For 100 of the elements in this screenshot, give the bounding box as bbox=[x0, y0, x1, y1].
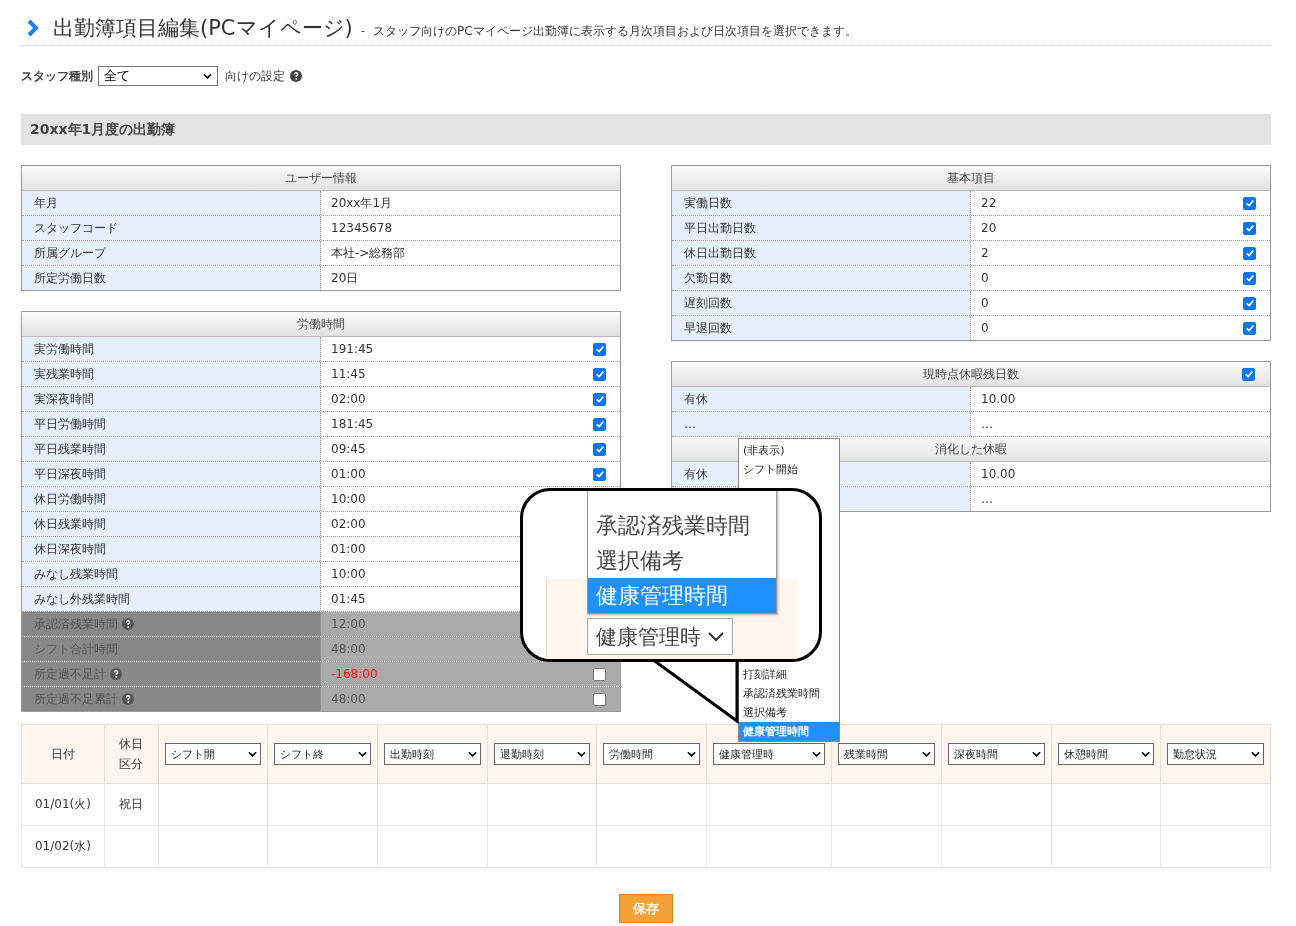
row-label: 実労働時間 bbox=[34, 340, 94, 358]
row-value: 09:45 bbox=[331, 442, 366, 456]
row-value: -168:00 bbox=[331, 667, 378, 681]
checkbox[interactable] bbox=[593, 442, 606, 456]
holiday-text: 祝日 bbox=[119, 797, 144, 811]
row-label: 平日労働時間 bbox=[34, 415, 106, 433]
panel-title: ユーザー情報 bbox=[285, 171, 357, 185]
settings-label: 向けの設定 bbox=[225, 67, 285, 85]
dropdown-option[interactable]: 選択備考 bbox=[588, 543, 776, 578]
caret-icon bbox=[687, 751, 697, 757]
caret-icon bbox=[921, 751, 931, 757]
row-value: 20日 bbox=[331, 269, 359, 287]
staff-type-select[interactable]: 全て bbox=[98, 66, 218, 86]
column-select[interactable]: 勤怠状況 bbox=[1167, 743, 1264, 765]
checkbox[interactable] bbox=[1243, 196, 1256, 210]
caret-icon bbox=[708, 631, 724, 642]
caret-icon bbox=[1141, 751, 1151, 757]
row-label: スタッフコード bbox=[34, 219, 118, 237]
row-label: 所定労働日数 bbox=[34, 269, 106, 287]
row-value: 191:45 bbox=[331, 342, 374, 356]
column-title: 休日区分 bbox=[118, 736, 144, 773]
panel-title: 労働時間 bbox=[297, 317, 345, 331]
page-description: スタッフ向けのPCマイページ出勤簿に表示する月次項目および日次項目を選択できます。 bbox=[373, 23, 857, 40]
caret-icon bbox=[203, 73, 212, 79]
dropdown-option[interactable]: 選択備考 bbox=[739, 703, 839, 722]
help-icon bbox=[290, 70, 302, 82]
page-title: 出勤簿項目編集(PCマイページ) bbox=[53, 15, 353, 42]
row-value: 0 bbox=[981, 321, 989, 335]
row-value: 11:45 bbox=[331, 367, 366, 381]
row-value: 0 bbox=[981, 296, 989, 310]
column-select[interactable]: シフト開 bbox=[164, 743, 262, 765]
column-select[interactable]: 休憩時間 bbox=[1057, 743, 1155, 765]
dropdown-option[interactable]: 承認済残業時間 bbox=[739, 684, 839, 703]
dropdown-option[interactable]: シフト開始 bbox=[739, 460, 839, 479]
row-value: 12:00 bbox=[331, 617, 366, 631]
column-select[interactable]: 健康管理時 bbox=[713, 743, 826, 765]
checkbox[interactable] bbox=[1242, 367, 1255, 381]
title-separator: - bbox=[360, 24, 366, 38]
row-label: … bbox=[684, 417, 696, 431]
staff-type-label: スタッフ種別 bbox=[21, 67, 93, 85]
caret-icon bbox=[248, 751, 258, 757]
caret-icon bbox=[358, 751, 367, 757]
caret-icon bbox=[1251, 751, 1260, 757]
column-select[interactable]: シフト終 bbox=[274, 743, 371, 765]
row-label: 有休 bbox=[684, 465, 708, 483]
row-value: 01:00 bbox=[331, 467, 366, 481]
row-label: 早退回数 bbox=[684, 319, 732, 337]
row-value: 02:00 bbox=[331, 517, 366, 531]
row-value: … bbox=[981, 492, 993, 506]
row-value: 10.00 bbox=[981, 392, 1016, 406]
checkbox[interactable] bbox=[593, 417, 606, 431]
zoomed-select[interactable]: 健康管理時 bbox=[587, 618, 733, 655]
row-value: 48:00 bbox=[331, 692, 366, 706]
column-select[interactable]: 出勤時刻 bbox=[384, 743, 481, 765]
row-label: 休日残業時間 bbox=[34, 515, 106, 533]
row-label: 遅刻回数 bbox=[684, 294, 732, 312]
row-label: 休日出勤日数 bbox=[684, 244, 756, 262]
column-select[interactable]: 残業時間 bbox=[838, 743, 935, 765]
dropdown-option[interactable]: 承認済残業時間 bbox=[588, 508, 776, 543]
row-label: 有休 bbox=[684, 390, 708, 408]
month-header: 20xx年1月度の出勤簿 bbox=[21, 114, 1271, 145]
checkbox[interactable] bbox=[593, 467, 606, 481]
caret-icon bbox=[467, 751, 477, 757]
checkbox[interactable] bbox=[593, 392, 606, 406]
row-label: 平日出勤日数 bbox=[684, 219, 756, 237]
row-value: 10.00 bbox=[981, 467, 1016, 481]
row-value: 01:45 bbox=[331, 592, 366, 606]
checkbox[interactable] bbox=[1243, 271, 1256, 285]
column-select[interactable]: 労働時間 bbox=[603, 743, 701, 765]
caret-icon bbox=[577, 751, 587, 757]
row-label: みなし残業時間 bbox=[34, 565, 118, 583]
dropdown-option[interactable]: 打刻詳細 bbox=[739, 665, 839, 684]
row-value: 2 bbox=[981, 246, 989, 260]
row-value: 22 bbox=[981, 196, 997, 210]
checkbox[interactable] bbox=[593, 367, 606, 381]
row-value: 本社->総務部 bbox=[331, 244, 406, 262]
row-label: 実働日数 bbox=[684, 194, 732, 212]
column-select[interactable]: 退勤時刻 bbox=[493, 743, 591, 765]
date-text: 01/02(水) bbox=[34, 839, 91, 853]
help-icon bbox=[110, 668, 122, 680]
column-title: 日付 bbox=[50, 746, 76, 763]
row-label: みなし外残業時間 bbox=[34, 590, 130, 608]
column-select[interactable]: 深夜時間 bbox=[947, 743, 1045, 765]
caret-icon bbox=[1031, 751, 1041, 757]
help-icon bbox=[122, 693, 134, 705]
dropdown-option[interactable]: (非表示) bbox=[739, 441, 839, 460]
date-text: 01/01(火) bbox=[34, 797, 91, 811]
row-label: 年月 bbox=[34, 194, 58, 212]
row-label: 平日残業時間 bbox=[34, 440, 106, 458]
row-value: 181:45 bbox=[331, 417, 374, 431]
checkbox[interactable] bbox=[1243, 246, 1256, 260]
row-label: 実残業時間 bbox=[34, 365, 94, 383]
checkbox[interactable] bbox=[1243, 321, 1256, 335]
checkbox[interactable] bbox=[593, 342, 606, 356]
checkbox[interactable] bbox=[1243, 221, 1256, 235]
row-value: 01:00 bbox=[331, 542, 366, 556]
panel-title: 消化した休暇 bbox=[935, 442, 1007, 456]
row-label: 休日労働時間 bbox=[34, 490, 106, 508]
chevron-icon bbox=[27, 19, 39, 37]
checkbox[interactable] bbox=[1243, 296, 1256, 310]
